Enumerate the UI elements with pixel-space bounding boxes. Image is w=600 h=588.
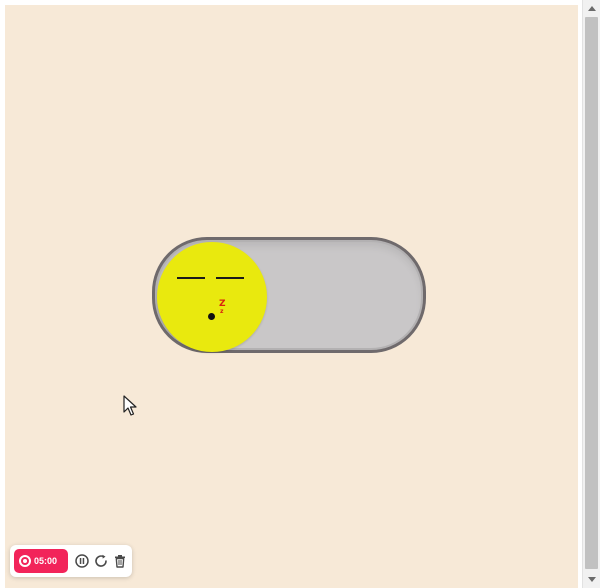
scroll-down-arrow-icon[interactable] <box>588 577 596 582</box>
restart-button[interactable] <box>93 553 109 569</box>
scrollbar-thumb[interactable] <box>585 17 598 569</box>
closed-right-eye <box>216 277 244 279</box>
screen-recorder-toolbar: 05:00 <box>10 545 132 577</box>
vertical-scrollbar[interactable] <box>582 0 600 588</box>
sleep-zz-icon: Z z <box>219 300 231 320</box>
sleep-z-small: z <box>220 308 224 315</box>
restart-icon <box>95 554 107 567</box>
recording-timer: 05:00 <box>34 556 58 566</box>
browser-viewport: Z z 05:00 <box>0 0 582 588</box>
mouth <box>208 313 215 320</box>
stop-recording-button[interactable]: 05:00 <box>14 549 68 573</box>
day-night-toggle[interactable]: Z z <box>152 237 426 353</box>
scroll-up-arrow-icon[interactable] <box>588 6 596 11</box>
pause-button[interactable] <box>74 553 90 569</box>
delete-icon <box>115 555 125 568</box>
record-icon <box>19 555 31 567</box>
mouse-pointer-icon <box>123 395 139 417</box>
closed-left-eye <box>177 277 205 279</box>
sleeping-face-knob[interactable]: Z z <box>157 242 267 352</box>
pause-icon <box>75 554 89 568</box>
delete-button[interactable] <box>112 553 128 569</box>
